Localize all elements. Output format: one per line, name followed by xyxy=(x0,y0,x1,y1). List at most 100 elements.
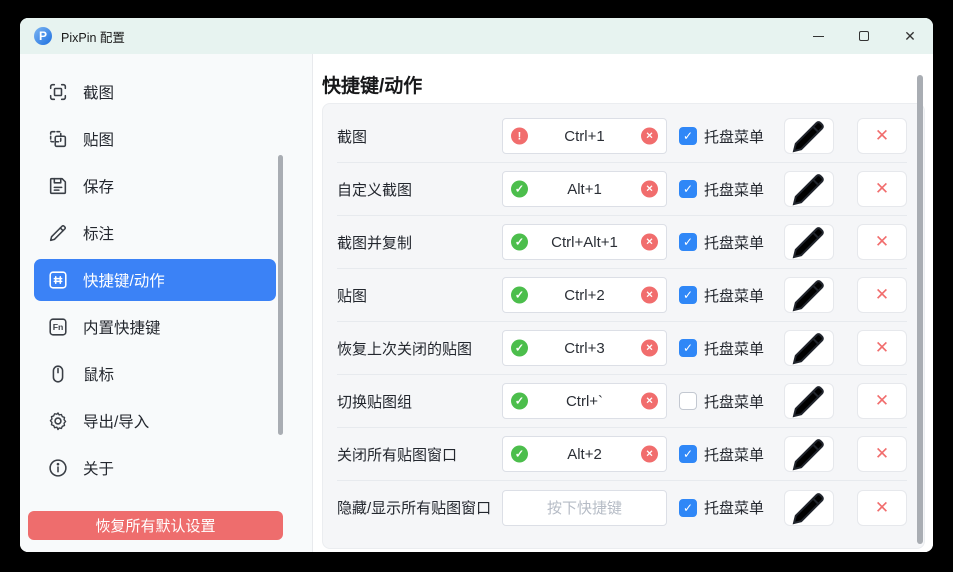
hotkey-value: Ctrl+` xyxy=(566,393,603,410)
pixpin-settings-window: P PixPin 配置 ✕ 截图 贴图 保存 标注 快捷键 xyxy=(20,18,933,552)
tray-menu-label: 托盘菜单 xyxy=(704,497,764,518)
status-ok-icon: ✓ xyxy=(511,446,528,463)
hotkey-row: 关闭所有贴图窗口 ✓ Alt+2 ✕ ✓ 托盘菜单 ✕ xyxy=(337,428,907,481)
edit-hotkey-button[interactable] xyxy=(784,330,834,366)
sidebar-item-pencil[interactable]: 标注 xyxy=(34,212,276,254)
delete-hotkey-button[interactable]: ✕ xyxy=(857,118,907,154)
tray-menu-label: 托盘菜单 xyxy=(704,338,764,359)
tray-menu-option: ✓ 托盘菜单 xyxy=(679,338,769,359)
tray-menu-checkbox[interactable]: ✓ xyxy=(679,392,697,410)
tray-menu-checkbox[interactable]: ✓ xyxy=(679,180,697,198)
delete-hotkey-button[interactable]: ✕ xyxy=(857,436,907,472)
hotkey-value: Ctrl+2 xyxy=(564,287,604,304)
delete-hotkey-button[interactable]: ✕ xyxy=(857,330,907,366)
sidebar-item-hotkey-hash[interactable]: 快捷键/动作 xyxy=(34,259,276,301)
sidebar-item-label: 贴图 xyxy=(83,128,114,150)
hotkey-input[interactable]: ✓ Ctrl+` ✕ xyxy=(502,383,667,419)
hotkey-value: Ctrl+Alt+1 xyxy=(551,234,618,251)
clear-hotkey-icon[interactable]: ✕ xyxy=(641,446,658,463)
crop-icon xyxy=(47,81,69,103)
maximize-button[interactable] xyxy=(841,18,887,54)
sidebar-item-fn-key[interactable]: Fn 内置快捷键 xyxy=(34,306,276,348)
info-icon xyxy=(47,457,69,479)
hotkey-input[interactable]: 按下快捷键 xyxy=(502,490,667,526)
hotkey-input[interactable]: ! Ctrl+1 ✕ xyxy=(502,118,667,154)
close-button[interactable]: ✕ xyxy=(887,18,933,54)
clear-hotkey-icon[interactable]: ✕ xyxy=(641,234,658,251)
sidebar-item-label: 截图 xyxy=(83,81,114,103)
edit-hotkey-button[interactable] xyxy=(784,118,834,154)
tray-menu-option: ✓ 托盘菜单 xyxy=(679,232,769,253)
delete-hotkey-button[interactable]: ✕ xyxy=(857,224,907,260)
sidebar-scrollbar[interactable] xyxy=(278,155,283,435)
svg-text:Fn: Fn xyxy=(53,322,64,332)
hotkey-input[interactable]: ✓ Ctrl+3 ✕ xyxy=(502,330,667,366)
edit-hotkey-button[interactable] xyxy=(784,436,834,472)
delete-hotkey-button[interactable]: ✕ xyxy=(857,171,907,207)
hotkey-input[interactable]: ✓ Ctrl+Alt+1 ✕ xyxy=(502,224,667,260)
edit-hotkey-button[interactable] xyxy=(784,224,834,260)
window-title: PixPin 配置 xyxy=(61,27,125,46)
tray-menu-checkbox[interactable]: ✓ xyxy=(679,233,697,251)
tray-menu-label: 托盘菜单 xyxy=(704,285,764,306)
clear-hotkey-icon[interactable]: ✕ xyxy=(641,393,658,410)
hotkey-row: 恢复上次关闭的贴图 ✓ Ctrl+3 ✕ ✓ 托盘菜单 ✕ xyxy=(337,322,907,375)
sidebar-item-info[interactable]: 关于 xyxy=(34,447,276,489)
clear-hotkey-icon[interactable]: ✕ xyxy=(641,128,658,145)
edit-hotkey-button[interactable] xyxy=(784,383,834,419)
sidebar-item-mouse[interactable]: 鼠标 xyxy=(34,353,276,395)
minimize-button[interactable] xyxy=(795,18,841,54)
sidebar-item-save[interactable]: 保存 xyxy=(34,165,276,207)
hotkey-row: 隐藏/显示所有贴图窗口 按下快捷键 ✓ 托盘菜单 ✕ xyxy=(337,481,907,534)
hotkey-row: 自定义截图 ✓ Alt+1 ✕ ✓ 托盘菜单 ✕ xyxy=(337,163,907,216)
hotkey-row: 贴图 ✓ Ctrl+2 ✕ ✓ 托盘菜单 ✕ xyxy=(337,269,907,322)
main-scrollbar[interactable] xyxy=(917,75,923,544)
clear-hotkey-icon[interactable]: ✕ xyxy=(641,181,658,198)
page-title: 快捷键/动作 xyxy=(322,71,422,98)
tray-menu-label: 托盘菜单 xyxy=(704,126,764,147)
reset-defaults-button[interactable]: 恢复所有默认设置 xyxy=(28,511,283,540)
hotkey-input[interactable]: ✓ Alt+2 ✕ xyxy=(502,436,667,472)
status-ok-icon: ✓ xyxy=(511,234,528,251)
sidebar-item-crop[interactable]: 截图 xyxy=(34,71,276,113)
tray-menu-label: 托盘菜单 xyxy=(704,391,764,412)
tray-menu-option: ✓ 托盘菜单 xyxy=(679,391,769,412)
hotkey-row: 截图并复制 ✓ Ctrl+Alt+1 ✕ ✓ 托盘菜单 ✕ xyxy=(337,216,907,269)
pencil-icon xyxy=(47,222,69,244)
sidebar-item-label: 快捷键/动作 xyxy=(83,269,165,291)
clear-hotkey-icon[interactable]: ✕ xyxy=(641,340,658,357)
close-icon: ✕ xyxy=(904,29,916,43)
status-ok-icon: ✓ xyxy=(511,181,528,198)
delete-hotkey-button[interactable]: ✕ xyxy=(857,277,907,313)
sidebar-item-gear[interactable]: 导出/导入 xyxy=(34,400,276,442)
sidebar-item-label: 标注 xyxy=(83,222,114,244)
edit-hotkey-button[interactable] xyxy=(784,490,834,526)
hotkey-value: Alt+2 xyxy=(567,446,602,463)
hotkey-value: Ctrl+1 xyxy=(564,128,604,145)
action-label: 恢复上次关闭的贴图 xyxy=(337,338,502,359)
delete-hotkey-button[interactable]: ✕ xyxy=(857,383,907,419)
edit-hotkey-button[interactable] xyxy=(784,171,834,207)
tray-menu-checkbox[interactable]: ✓ xyxy=(679,127,697,145)
action-label: 截图 xyxy=(337,126,502,147)
tray-menu-option: ✓ 托盘菜单 xyxy=(679,285,769,306)
action-label: 贴图 xyxy=(337,285,502,306)
hotkey-input[interactable]: ✓ Alt+1 ✕ xyxy=(502,171,667,207)
hotkey-value: Ctrl+3 xyxy=(564,340,604,357)
action-label: 切换贴图组 xyxy=(337,391,502,412)
action-label: 关闭所有贴图窗口 xyxy=(337,444,502,465)
tray-menu-checkbox[interactable]: ✓ xyxy=(679,286,697,304)
sidebar-item-pin-image[interactable]: 贴图 xyxy=(34,118,276,160)
hotkey-row: 切换贴图组 ✓ Ctrl+` ✕ ✓ 托盘菜单 ✕ xyxy=(337,375,907,428)
clear-hotkey-icon[interactable]: ✕ xyxy=(641,287,658,304)
mouse-icon xyxy=(47,363,69,385)
hotkey-list-card: 截图 ! Ctrl+1 ✕ ✓ 托盘菜单 ✕ 自定义截图 ✓ Alt+1 ✕ ✓… xyxy=(322,103,925,549)
tray-menu-checkbox[interactable]: ✓ xyxy=(679,339,697,357)
tray-menu-option: ✓ 托盘菜单 xyxy=(679,126,769,147)
tray-menu-checkbox[interactable]: ✓ xyxy=(679,499,697,517)
delete-hotkey-button[interactable]: ✕ xyxy=(857,490,907,526)
tray-menu-checkbox[interactable]: ✓ xyxy=(679,445,697,463)
sidebar-item-label: 保存 xyxy=(83,175,114,197)
hotkey-input[interactable]: ✓ Ctrl+2 ✕ xyxy=(502,277,667,313)
edit-hotkey-button[interactable] xyxy=(784,277,834,313)
